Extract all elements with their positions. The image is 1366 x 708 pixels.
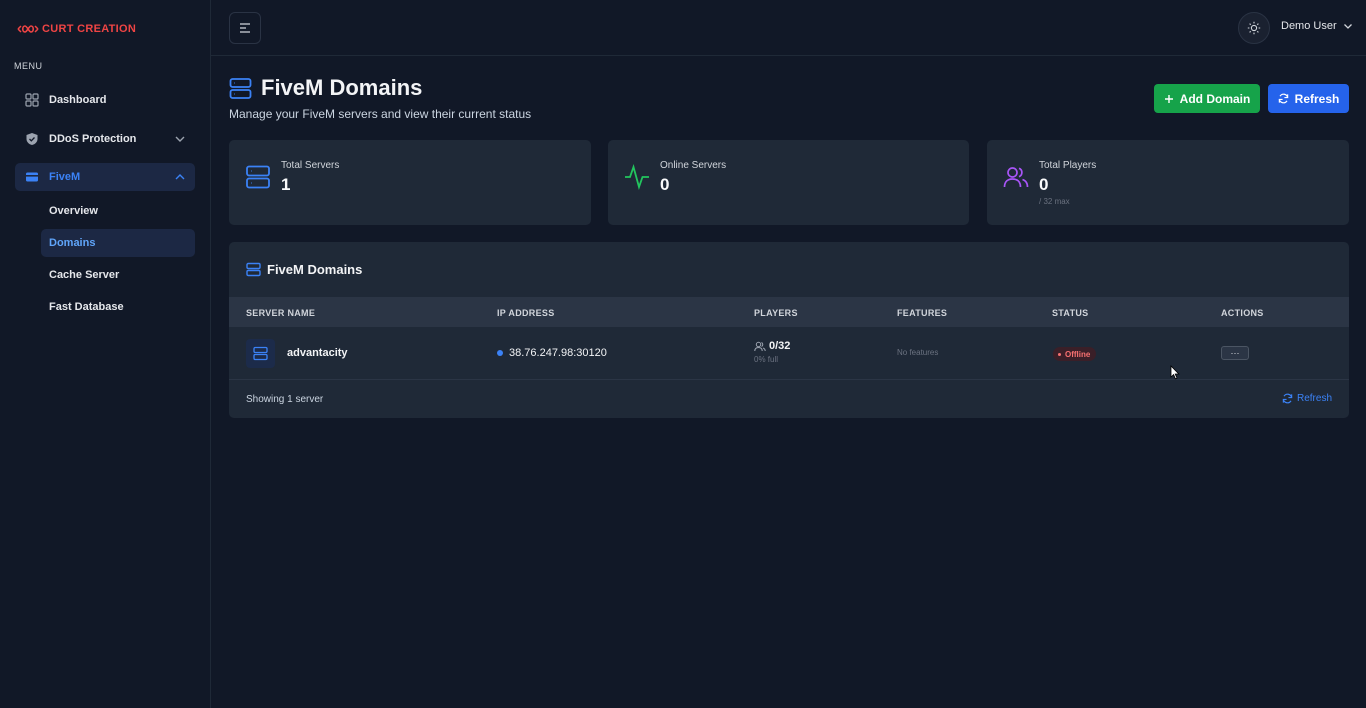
table-header-row: SERVER NAME IP ADDRESS PLAYERS FEATURES … — [229, 297, 1349, 327]
sidebar-subitem-domains[interactable]: Domains — [41, 229, 195, 257]
stat-label: Total Players — [1039, 160, 1097, 171]
page-title: FiveM Domains — [261, 75, 423, 100]
brand-name: CURT CREATION — [42, 23, 137, 35]
row-actions-button[interactable]: ··· — [1221, 346, 1249, 360]
stat-label: Total Servers — [281, 160, 340, 171]
stat-value: 1 — [281, 175, 291, 194]
status-badge: Offline — [1053, 347, 1097, 361]
features-text: No features — [897, 348, 939, 357]
brand-logo[interactable]: CURT CREATION — [17, 23, 136, 35]
sidebar-toggle-button[interactable] — [229, 12, 261, 44]
table-row[interactable]: advantacity 38.76.247.98:30120 0/32 0% f… — [229, 327, 1349, 380]
domains-table-card: FiveM Domains SERVER NAME IP ADDRESS PLA… — [229, 242, 1349, 418]
stat-card-total-players: Total Players 0 / 32 max — [987, 140, 1349, 225]
sidebar-item-label: FiveM — [49, 171, 81, 183]
refresh-button[interactable]: Refresh — [1268, 84, 1349, 113]
stat-card-online-servers: Online Servers 0 — [608, 140, 969, 225]
server-avatar — [246, 339, 275, 368]
sidebar-subitem-label: Cache Server — [49, 269, 120, 281]
stat-value: 0 — [1039, 175, 1049, 194]
sidebar-subitem-overview[interactable]: Overview — [41, 197, 195, 225]
sidebar: CURT CREATION MENU Dashboard DDoS Protec… — [0, 0, 211, 708]
column-header-features[interactable]: FEATURES — [897, 308, 947, 318]
menu-icon — [240, 23, 250, 33]
column-header-server-name[interactable]: SERVER NAME — [246, 308, 315, 318]
server-icon — [229, 77, 252, 99]
players-count: 0/32 — [769, 340, 791, 352]
page-header: FiveM Domains — [229, 75, 422, 101]
sidebar-subitem-label: Domains — [49, 237, 96, 249]
chevron-down-icon — [1343, 24, 1352, 29]
sidebar-item-ddos-protection[interactable]: DDoS Protection — [15, 125, 195, 153]
credit-card-icon — [24, 169, 40, 185]
status-text: Offline — [1065, 349, 1091, 359]
shield-check-icon — [24, 131, 40, 147]
plus-icon — [1164, 94, 1173, 103]
activity-icon — [625, 164, 649, 190]
server-icon — [246, 165, 270, 189]
sun-icon — [1247, 21, 1261, 35]
stat-value: 0 — [660, 175, 670, 194]
column-header-actions: ACTIONS — [1221, 308, 1264, 318]
stat-label: Online Servers — [660, 160, 727, 171]
sidebar-subitem-fast-database[interactable]: Fast Database — [41, 293, 195, 321]
users-icon — [754, 341, 766, 351]
refresh-icon — [1282, 393, 1293, 404]
topbar: Demo User — [211, 0, 1366, 56]
user-name: Demo User — [1281, 20, 1337, 32]
table-refresh-link[interactable]: Refresh — [1282, 393, 1332, 404]
column-header-players[interactable]: PLAYERS — [754, 308, 798, 318]
table-footer-count: Showing 1 server — [246, 394, 324, 405]
table-refresh-label: Refresh — [1297, 393, 1333, 404]
theme-toggle-button[interactable] — [1238, 12, 1270, 44]
add-domain-label: Add Domain — [1179, 91, 1251, 106]
sidebar-item-fivem[interactable]: FiveM — [15, 163, 195, 191]
add-domain-button[interactable]: Add Domain — [1154, 84, 1260, 113]
grid-icon — [24, 92, 40, 108]
ip-address-cell[interactable]: 38.76.247.98:30120 — [497, 347, 607, 359]
sidebar-item-dashboard[interactable]: Dashboard — [15, 86, 195, 114]
mouse-cursor-icon — [1170, 365, 1180, 380]
sidebar-subitem-cache-server[interactable]: Cache Server — [41, 261, 195, 289]
status-dot-icon — [1058, 352, 1061, 356]
menu-label: MENU — [14, 61, 43, 71]
chevron-down-icon — [175, 136, 185, 142]
user-menu[interactable]: Demo User — [1281, 20, 1353, 32]
server-icon — [253, 346, 268, 361]
page-subtitle: Manage your FiveM servers and view their… — [229, 107, 532, 121]
ip-address: 38.76.247.98:30120 — [509, 347, 607, 359]
table-title: FiveM Domains — [267, 262, 363, 277]
players-cell: 0/32 — [754, 340, 790, 352]
sidebar-item-label: DDoS Protection — [49, 133, 137, 145]
sidebar-item-label: Dashboard — [49, 94, 107, 106]
players-percent: 0% full — [754, 355, 779, 364]
sidebar-subitem-label: Fast Database — [49, 301, 124, 313]
chevron-up-icon — [175, 174, 185, 180]
sidebar-subitem-label: Overview — [49, 205, 98, 217]
infinity-logo-icon — [17, 25, 39, 33]
stat-card-total-servers: Total Servers 1 — [229, 140, 591, 225]
stat-sub: / 32 max — [1039, 197, 1070, 206]
refresh-icon — [1278, 93, 1288, 104]
refresh-label: Refresh — [1294, 91, 1340, 106]
column-header-ip-address[interactable]: IP ADDRESS — [497, 308, 555, 318]
users-icon — [1003, 167, 1029, 188]
server-icon — [246, 262, 261, 277]
status-dot-icon — [497, 350, 503, 356]
column-header-status[interactable]: STATUS — [1052, 308, 1088, 318]
server-name[interactable]: advantacity — [287, 347, 348, 359]
table-header: FiveM Domains — [246, 262, 362, 277]
